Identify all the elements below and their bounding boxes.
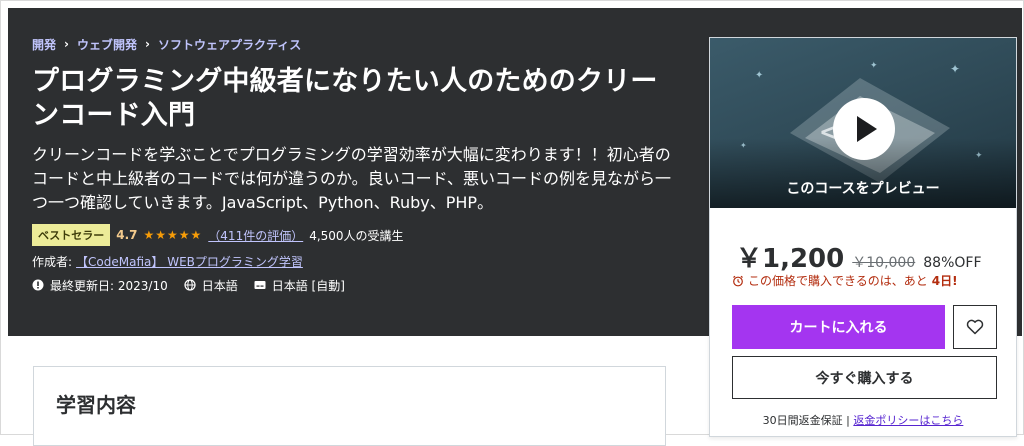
breadcrumb-separator: ›	[144, 37, 150, 51]
captions-text: 日本語 [自動]	[271, 278, 345, 293]
play-icon[interactable]	[833, 98, 895, 160]
svg-text:✦: ✦	[870, 61, 878, 71]
course-captions: 日本語 [自動]	[254, 277, 345, 294]
course-preview-video[interactable]: </> ✦ ✦ ✦ ✦ ✦ このコースをプレビュー	[710, 38, 1016, 208]
guarantee-text: 30日間返金保証 |	[762, 414, 854, 427]
breadcrumb: 開発 › ウェブ開発 › ソフトウェアプラクティス	[32, 35, 682, 53]
timer-text: この価格で購入できるのは、あと	[748, 274, 928, 288]
star-rating-icon: ★★★★★	[143, 228, 203, 242]
bestseller-badge: ベストセラー	[32, 224, 111, 246]
svg-text:✦: ✦	[950, 62, 960, 76]
course-rating-row: ベストセラー 4.7 ★★★★★ （411件の評価） 4,500人の受講生	[32, 224, 682, 246]
author-row: 作成者: 【CodeMafia】 WEBプログラミング学習	[32, 251, 682, 271]
course-subtitle: クリーンコードを学ぶことでプログラミングの学習効率が大幅に変わります！！初心者の…	[32, 145, 672, 212]
author-label: 作成者:	[32, 254, 73, 269]
alarm-clock-icon	[733, 275, 743, 286]
refund-policy-link[interactable]: 返金ポリシーはこちら	[853, 414, 963, 427]
add-to-cart-button[interactable]: カートに入れる	[732, 305, 945, 349]
rating-value: 4.7	[116, 228, 138, 242]
alert-badge-icon	[32, 279, 44, 291]
breadcrumb-item-web-development[interactable]: ウェブ開発	[77, 36, 137, 53]
course-info-row: 最終更新日: 2023/10 日本語 日本語 [自動]	[32, 275, 682, 295]
money-back-guarantee: 30日間返金保証 | 返金ポリシーはこちら	[710, 412, 1016, 428]
current-price: ￥1,200	[736, 244, 845, 274]
original-price: ￥10,000	[852, 255, 916, 271]
learn-section-title: 学習内容	[56, 393, 136, 417]
globe-icon	[184, 279, 196, 291]
breadcrumb-item-software-practices[interactable]: ソフトウェアプラクティス	[158, 36, 301, 53]
course-language: 日本語	[184, 277, 238, 294]
breadcrumb-item-development[interactable]: 開発	[32, 36, 56, 53]
course-title: プログラミング中級者になりたい人のためのクリーンコード入門	[32, 66, 658, 131]
what-you-will-learn: 学習内容	[33, 366, 666, 446]
closed-captions-icon	[254, 281, 266, 289]
course-header: 開発 › ウェブ開発 › ソフトウェアプラクティス プログラミング中級者になりた…	[32, 35, 682, 295]
preview-label[interactable]: このコースをプレビュー	[710, 178, 1016, 198]
buy-now-button[interactable]: 今すぐ購入する	[732, 356, 997, 399]
student-count: 4,500人の受講生	[309, 228, 404, 243]
discount-percent: 88%OFF	[923, 255, 982, 271]
breadcrumb-separator: ›	[64, 37, 69, 51]
wishlist-button[interactable]	[953, 305, 997, 349]
timer-days: 4日!	[931, 274, 958, 288]
rating-count-link[interactable]: （411件の評価）	[208, 227, 303, 244]
price-row: ￥1,200 ￥10,000 88%OFF	[736, 238, 982, 275]
purchase-sidebar: </> ✦ ✦ ✦ ✦ ✦ このコースをプレビュー ￥1,200 ￥10,000…	[709, 37, 1017, 437]
heart-icon	[966, 319, 984, 335]
last-updated-text: 最終更新日: 2023/10	[50, 278, 168, 293]
sale-timer: この価格で購入できるのは、あと 4日!	[732, 272, 958, 289]
author-link[interactable]: 【CodeMafia】 WEBプログラミング学習	[76, 253, 303, 270]
last-updated: 最終更新日: 2023/10	[32, 277, 168, 294]
language-text: 日本語	[201, 278, 238, 293]
svg-text:✦: ✦	[755, 70, 763, 81]
